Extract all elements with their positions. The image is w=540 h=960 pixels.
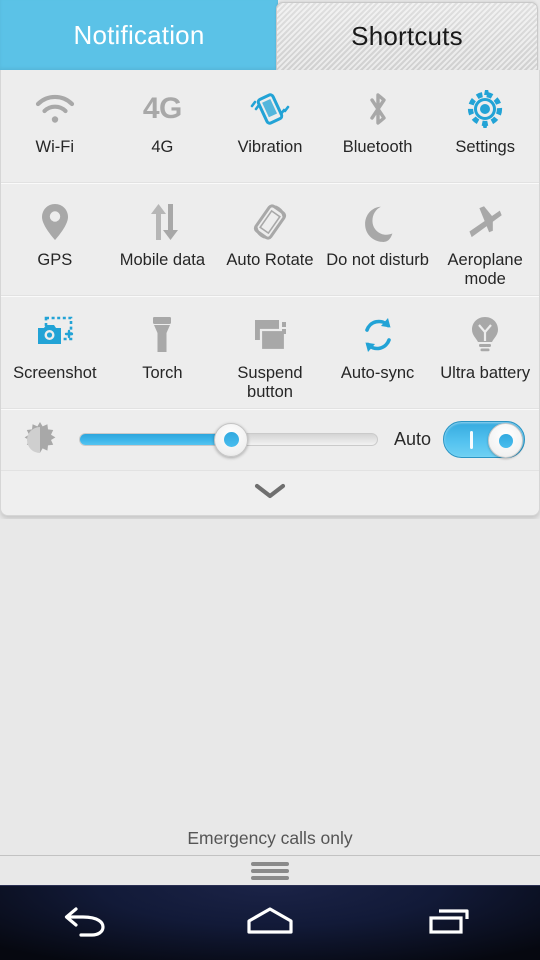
shade-drag-handle[interactable] <box>0 855 540 885</box>
tile-vibration[interactable]: Vibration <box>216 70 324 182</box>
tile-auto-sync[interactable]: Auto-sync <box>324 296 432 408</box>
tile-label: Auto-sync <box>340 364 415 382</box>
tile-4g[interactable]: 4G 4G <box>109 70 217 182</box>
4g-icon: 4G <box>142 92 183 125</box>
tab-bar: Notification Shortcuts <box>0 0 540 70</box>
nav-home-button[interactable] <box>180 886 360 960</box>
slider-thumb[interactable] <box>214 422 249 457</box>
tile-label: Settings <box>455 138 515 156</box>
auto-brightness-toggle[interactable] <box>443 421 525 458</box>
tile-label: Bluetooth <box>342 138 413 156</box>
airplane-icon <box>463 199 507 245</box>
back-arrow-icon <box>59 901 121 946</box>
tile-screenshot[interactable]: Screenshot <box>1 296 109 408</box>
slider-fill <box>80 434 232 445</box>
tab-notification-label: Notification <box>73 19 205 50</box>
expand-panel-button[interactable] <box>1 471 539 515</box>
tile-label: Do not disturb <box>326 251 429 269</box>
toggle-knob <box>488 423 523 458</box>
tab-shortcuts-label: Shortcuts <box>351 21 463 51</box>
tile-row: Wi-Fi 4G 4G Vibration Bluetooth Settings <box>1 70 539 183</box>
home-icon <box>239 903 301 944</box>
tile-label: GPS <box>37 251 73 269</box>
tile-label: Ultra battery <box>440 364 531 382</box>
tile-aeroplane-mode[interactable]: Aeroplane mode <box>431 183 539 295</box>
brightness-slider[interactable] <box>79 422 378 457</box>
tile-gps[interactable]: GPS <box>1 183 109 295</box>
tile-label: 4G <box>151 138 174 156</box>
suspend-windows-icon <box>249 312 291 358</box>
tile-label: Screenshot <box>13 364 97 382</box>
brightness-sun-icon <box>15 420 65 460</box>
tile-label: Aeroplane mode <box>447 251 523 288</box>
chevron-down-icon <box>253 481 287 506</box>
tab-shortcuts[interactable]: Shortcuts <box>276 2 538 70</box>
nav-recents-button[interactable] <box>360 886 540 960</box>
tile-settings[interactable]: Settings <box>431 70 539 182</box>
tile-wifi[interactable]: Wi-Fi <box>1 70 109 182</box>
tile-label: Mobile data <box>119 251 206 269</box>
tile-label: Suspend button <box>237 364 303 401</box>
data-arrows-icon <box>142 199 182 245</box>
brightness-row: Auto <box>1 409 539 471</box>
tile-bluetooth[interactable]: Bluetooth <box>324 70 432 182</box>
toggle-on-mark <box>470 431 473 449</box>
tile-label: Wi-Fi <box>35 138 75 156</box>
auto-rotate-icon <box>248 199 292 245</box>
screenshot-camera-icon <box>33 312 77 358</box>
tile-ultra-battery[interactable]: Ultra battery <box>431 296 539 408</box>
auto-brightness-label: Auto <box>393 429 431 449</box>
tab-notification[interactable]: Notification <box>0 0 278 70</box>
system-navigation-bar <box>0 885 540 960</box>
tile-row: GPS Mobile data Auto Rotate Do not distu… <box>1 183 539 296</box>
vibration-icon <box>249 86 291 132</box>
location-pin-icon <box>39 199 71 245</box>
tile-do-not-disturb[interactable]: Do not disturb <box>324 183 432 295</box>
tile-mobile-data[interactable]: Mobile data <box>109 183 217 295</box>
moon-icon <box>360 199 396 245</box>
tile-label: Vibration <box>237 138 303 156</box>
sync-arrows-icon <box>357 312 399 358</box>
tile-auto-rotate[interactable]: Auto Rotate <box>216 183 324 295</box>
tile-label: Auto Rotate <box>226 251 314 269</box>
bluetooth-icon <box>363 86 393 132</box>
quick-settings-panel: Wi-Fi 4G 4G Vibration Bluetooth Settings… <box>0 70 540 516</box>
gear-icon <box>464 86 506 132</box>
handle-lines-icon <box>251 861 289 880</box>
tile-torch[interactable]: Torch <box>109 296 217 408</box>
flashlight-icon <box>146 312 178 358</box>
tile-label: Torch <box>142 364 183 382</box>
nav-back-button[interactable] <box>0 886 180 960</box>
tile-suspend-button[interactable]: Suspend button <box>216 296 324 408</box>
lightbulb-icon <box>468 312 502 358</box>
recents-icon <box>419 903 481 944</box>
emergency-calls-status: Emergency calls only <box>187 828 353 848</box>
wifi-icon <box>34 86 76 132</box>
tile-row: Screenshot Torch Suspend button Auto-syn… <box>1 296 539 409</box>
